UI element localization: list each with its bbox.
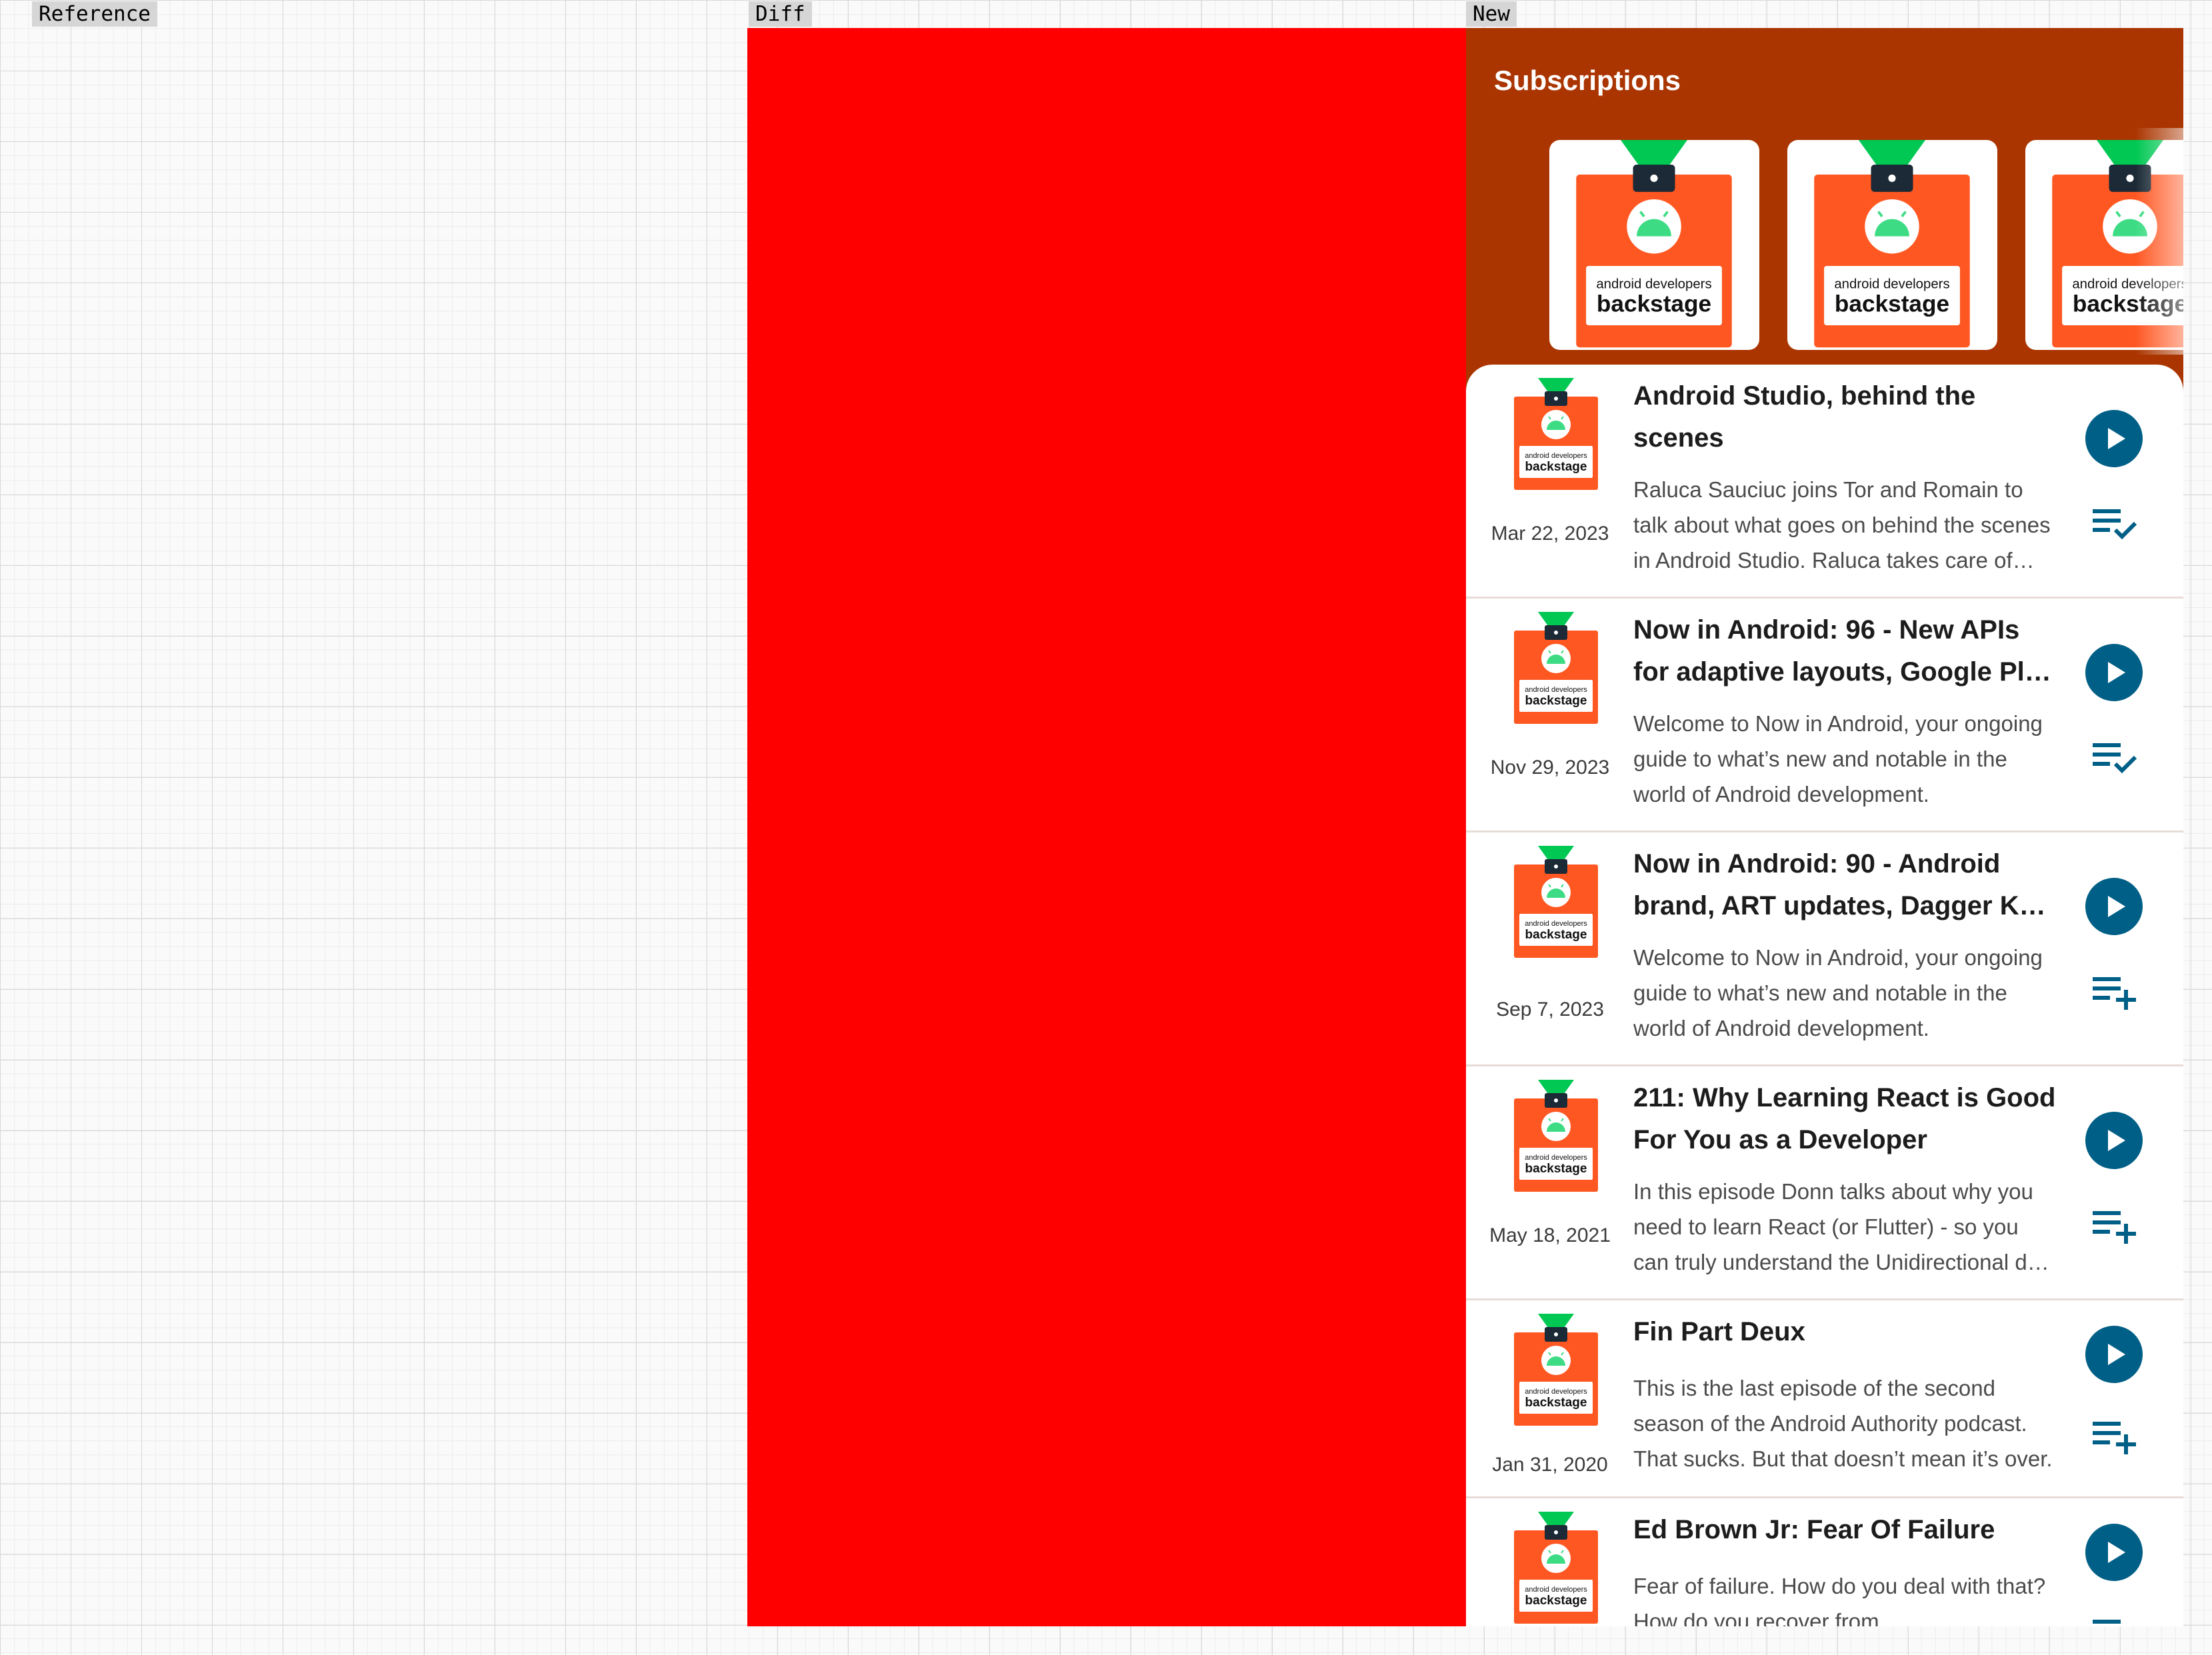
podcast-cover-art: android developersbackstage (1514, 1314, 1598, 1426)
playlist-add-icon[interactable] (2087, 1198, 2141, 1252)
play-circle-icon (2085, 644, 2143, 701)
playlist-check-icon (2093, 743, 2137, 774)
cover-subtitle: android developers (1525, 1586, 1587, 1594)
playlist-add-icon[interactable] (2087, 964, 2141, 1018)
subscription-card[interactable]: android developers backstage (2025, 140, 2183, 350)
episode-artwork: android developers backstage (1513, 1080, 1599, 1193)
playlist-plus-icon (2093, 1422, 2136, 1454)
episode-date: Nov 29, 2023 (1490, 757, 1610, 779)
podcast-cover-art: android developersbackstage (1514, 846, 1598, 958)
cover-subtitle: android developers (1834, 277, 1949, 291)
episode-item[interactable]: android developers backstage Jan 31, 2020… (1466, 1300, 2183, 1498)
episode-date: Sep 7, 2023 (1496, 998, 1604, 1020)
episode-description: Welcome to Now in Android, your ongoing … (1633, 945, 2043, 1040)
cover-subtitle: android developers (1596, 277, 1711, 291)
playlist-check-icon (2093, 509, 2137, 540)
cover-title: backstage (2073, 291, 2183, 317)
playlist-added-icon[interactable] (2087, 731, 2141, 784)
cover-title: backstage (1525, 1162, 1587, 1176)
playlist-plus-icon (2093, 977, 2136, 1010)
episode-description: Fear of failure. How do you deal with th… (1633, 1574, 2046, 1626)
episode-date: Mar 22, 2023 (1491, 523, 1609, 545)
play-button[interactable] (2085, 410, 2143, 467)
episode-date: Jan 31, 2020 (1492, 1454, 1608, 1476)
cover-subtitle: android developers (1525, 1154, 1587, 1162)
diff-label: Diff (749, 1, 812, 27)
reference-label: Reference (32, 1, 157, 27)
episode-item[interactable]: android developers backstage Sep 7, 2023 … (1466, 832, 2183, 1066)
cover-title: backstage (1597, 291, 1711, 317)
playlist-add-icon[interactable] (2087, 1409, 2141, 1462)
cover-title: backstage (1525, 1396, 1587, 1410)
cover-subtitle: android developers (1525, 920, 1587, 928)
play-circle-icon (2085, 1326, 2143, 1383)
subscriptions-carousel[interactable]: android developers backstage android deve… (1466, 140, 2183, 352)
play-button[interactable] (2085, 1524, 2143, 1581)
play-circle-icon (2085, 1112, 2143, 1169)
episode-title[interactable]: Now in Android: 96 - New APIs for adapti… (1633, 609, 2060, 693)
cover-title: backstage (1525, 1594, 1587, 1608)
new-label: New (1466, 1, 1517, 27)
cover-title: backstage (1525, 460, 1587, 474)
play-button[interactable] (2085, 644, 2143, 701)
podcast-cover-art: android developersbackstage (1514, 378, 1598, 490)
episode-description: This is the last episode of the second s… (1633, 1376, 2053, 1471)
cover-title: backstage (1525, 694, 1587, 708)
episode-item[interactable]: android developers backstage May 18, 2021… (1466, 1066, 2183, 1300)
play-button[interactable] (2085, 1326, 2143, 1383)
episode-title[interactable]: Now in Android: 90 - Android brand, ART … (1633, 843, 2060, 927)
play-circle-icon (2085, 878, 2143, 935)
cover-subtitle: android developers (2072, 277, 2183, 291)
episode-item[interactable]: android developers backstage Nov 29, 2023… (1466, 599, 2183, 832)
playlist-added-icon[interactable] (2087, 497, 2141, 550)
episode-title[interactable]: Fin Part Deux (1633, 1311, 2060, 1353)
playlist-add-icon[interactable] (2087, 1607, 2141, 1626)
cover-subtitle: android developers (1525, 686, 1587, 694)
play-button[interactable] (2085, 878, 2143, 935)
cover-subtitle: android developers (1525, 452, 1587, 460)
episode-item[interactable]: android developers backstage Mar 22, 2023… (1466, 365, 2183, 599)
episode-artwork: android developers backstage (1513, 1314, 1599, 1427)
playlist-plus-icon (2093, 1211, 2136, 1244)
play-circle-icon (2085, 1524, 2143, 1581)
episode-title[interactable]: Android Studio, behind the scenes (1633, 375, 2060, 459)
play-button[interactable] (2085, 1112, 2143, 1169)
app-screenshot: Subscriptions android developers backstag… (1466, 28, 2183, 1626)
episode-description: In this episode Donn talks about why you… (1633, 1179, 2058, 1274)
episode-artwork: android developers backstage (1513, 378, 1599, 491)
episode-item[interactable]: android developers backstage Ed Brown Jr:… (1466, 1498, 2183, 1626)
episode-title[interactable]: Ed Brown Jr: Fear Of Failure (1633, 1509, 2060, 1551)
page-title: Subscriptions (1494, 65, 1681, 96)
subscription-card[interactable]: android developers backstage (1787, 140, 1997, 350)
episode-description: Welcome to Now in Android, your ongoing … (1633, 711, 2043, 807)
diff-panel (747, 28, 1466, 1626)
podcast-cover-art: android developersbackstage (2052, 140, 2183, 348)
episode-description: Raluca Sauciuc joins Tor and Romain to t… (1633, 477, 2051, 573)
episode-artwork: android developers backstage (1513, 1512, 1599, 1625)
episode-artwork: android developers backstage (1513, 846, 1599, 959)
episode-feed[interactable]: android developers backstage Mar 22, 2023… (1466, 365, 2183, 1626)
episode-date: May 18, 2021 (1489, 1224, 1611, 1246)
episode-artwork: android developers backstage (1513, 612, 1599, 725)
cover-title: backstage (1525, 928, 1587, 942)
podcast-cover-art: android developersbackstage (1814, 140, 1970, 348)
podcast-cover-art: android developersbackstage (1514, 1512, 1598, 1624)
cover-title: backstage (1835, 291, 1949, 317)
play-circle-icon (2085, 410, 2143, 467)
cover-subtitle: android developers (1525, 1388, 1587, 1396)
subscription-card[interactable]: android developers backstage (1549, 140, 1759, 350)
episode-title[interactable]: 211: Why Learning React is Good For You … (1633, 1077, 2060, 1161)
podcast-cover-art: android developersbackstage (1514, 612, 1598, 724)
playlist-plus-icon (2093, 1620, 2121, 1624)
subscriptions-header: Subscriptions android developers backstag… (1466, 28, 2183, 401)
podcast-cover-art: android developersbackstage (1514, 1080, 1598, 1192)
podcast-cover-art: android developersbackstage (1576, 140, 1732, 348)
